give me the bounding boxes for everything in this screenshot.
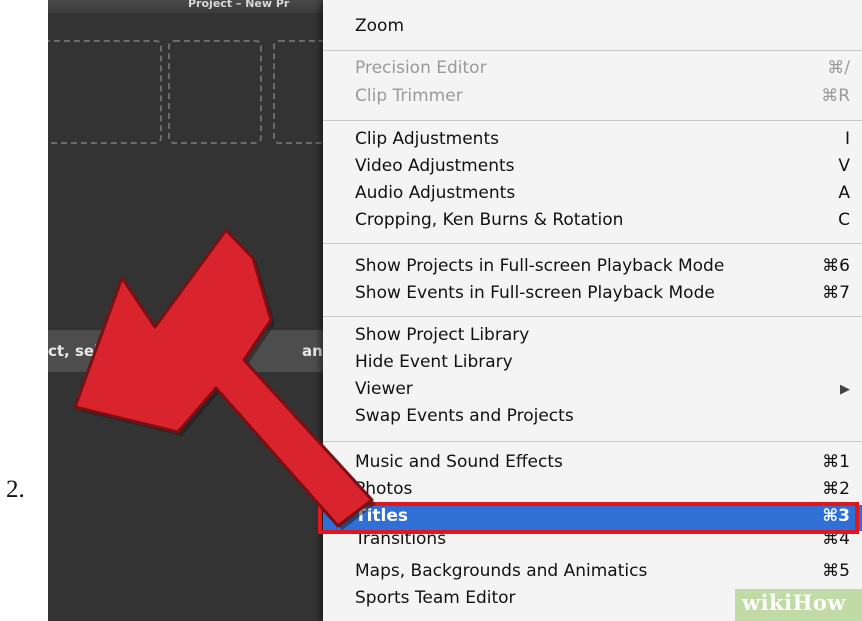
- pointer-arrow-icon: [73, 228, 376, 530]
- wikihow-logo: wikiHow: [742, 590, 847, 615]
